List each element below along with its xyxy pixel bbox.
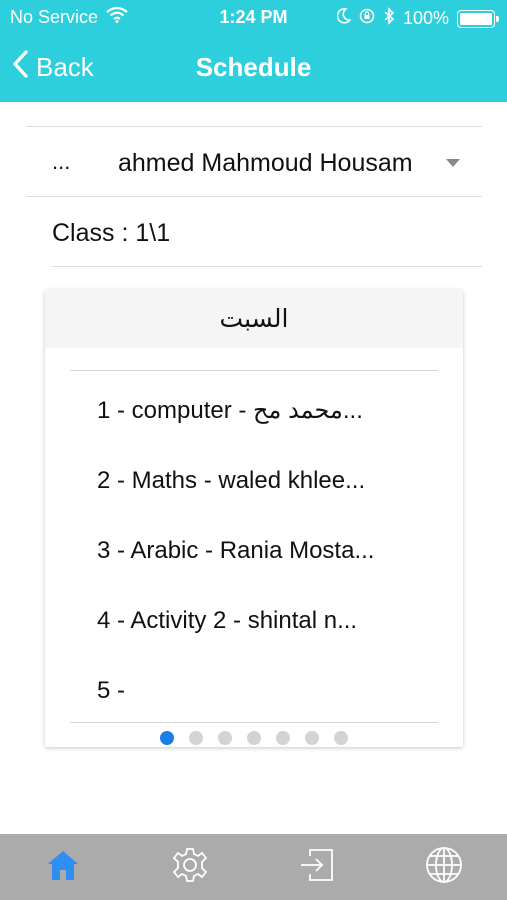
bluetooth-icon [383,7,395,30]
home-icon [45,847,81,888]
page-dot[interactable] [247,731,261,745]
status-right: 100% [336,7,499,30]
tab-bar [0,834,507,900]
page-dot[interactable] [218,731,232,745]
dropdown-caret-icon [446,159,460,167]
battery-percent: 100% [402,8,449,28]
period-item[interactable]: 5 - [70,651,438,721]
tab-settings[interactable] [127,834,254,900]
page-dot[interactable] [189,731,203,745]
day-schedule-card[interactable]: السبت 1 - computer - محمد مح... 2 - Math… [45,290,463,747]
divider-class [52,266,482,267]
period-item[interactable]: 4 - Activity 2 - shintal n... [70,581,438,651]
battery-icon [457,9,499,28]
tab-home[interactable] [0,834,127,900]
tab-logout[interactable] [254,834,381,900]
student-name: ahmed Mahmoud Housam [118,149,413,177]
page-dot[interactable] [276,731,290,745]
student-dropdown[interactable]: ... ahmed Mahmoud Housam [26,127,482,197]
student-more-label: ... [52,149,71,174]
nav-bar: Back Schedule [0,34,507,102]
class-label: Class : 1\1 [52,219,171,247]
rotation-lock-icon [359,8,375,29]
divider-student [26,196,482,197]
page-dot[interactable] [305,731,319,745]
period-item[interactable]: 1 - computer - محمد مح... [70,371,438,441]
page-title: Schedule [195,52,312,82]
globe-icon [424,845,464,890]
list-divider [70,722,438,723]
moon-icon [336,8,352,29]
status-bar: No Service 1:24 PM 100% [0,0,507,34]
period-item[interactable]: 2 - Maths - waled khlee... [70,441,438,511]
tab-language[interactable] [380,834,507,900]
period-item[interactable]: 3 - Arabic - Rania Mosta... [70,511,438,581]
page-indicator[interactable] [45,731,463,745]
page-dot[interactable] [160,731,174,745]
battery-fill [460,12,492,25]
day-title: السبت [45,290,463,348]
settings-icon [171,846,209,889]
logout-icon [298,846,336,889]
header: No Service 1:24 PM 100% Back Schedule [0,0,507,102]
period-list: 1 - computer - محمد مح... 2 - Maths - wa… [70,370,438,721]
page-dot[interactable] [334,731,348,745]
